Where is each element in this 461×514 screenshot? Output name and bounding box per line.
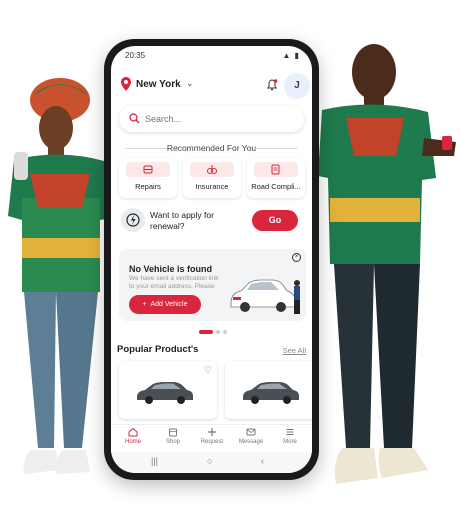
- tab-label: More: [283, 439, 297, 445]
- banner-subtitle: We have sent a verification link to your…: [129, 275, 219, 290]
- service-card-insurance[interactable]: Insurance: [183, 158, 241, 198]
- go-button[interactable]: Go: [252, 210, 298, 231]
- heart-icon[interactable]: ♡: [204, 365, 212, 376]
- refresh-bolt-icon: [126, 213, 140, 227]
- shop-icon: [169, 428, 177, 437]
- status-icons: ▲ ▮: [282, 51, 300, 60]
- car-illustration: [230, 279, 300, 314]
- popular-title: Popular Product's: [117, 344, 199, 355]
- recent-apps-icon[interactable]: |||: [151, 456, 158, 466]
- service-label-road-compliance: Road Compli...: [251, 182, 301, 191]
- phone-frame: 20:35 ▲ ▮ New York ⌄ J Reco: [104, 39, 319, 480]
- man-figure: [318, 44, 456, 484]
- tab-more[interactable]: More: [270, 427, 310, 445]
- carousel-indicator: [199, 330, 229, 334]
- carousel-dot[interactable]: [216, 330, 220, 334]
- carousel-dot[interactable]: [223, 330, 227, 334]
- car-image: [243, 382, 299, 404]
- document-icon: [271, 164, 280, 175]
- bell-icon[interactable]: [266, 79, 278, 91]
- status-bar: 20:35 ▲ ▮: [111, 46, 312, 66]
- tab-label: Request: [200, 439, 224, 445]
- menu-icon: [286, 429, 294, 435]
- search-icon: [129, 113, 140, 124]
- plus-icon: +: [142, 301, 151, 308]
- location-pin-icon: [121, 77, 131, 91]
- avatar[interactable]: J: [284, 73, 310, 99]
- renewal-text: Want to apply for renewal?: [150, 210, 214, 231]
- divider-right: [254, 148, 298, 149]
- chevron-down-icon[interactable]: ⌄: [186, 78, 194, 89]
- service-card-repairs[interactable]: Repairs: [119, 158, 177, 198]
- see-all-link[interactable]: See All: [283, 346, 306, 355]
- service-label-repairs: Repairs: [135, 182, 161, 191]
- renewal-icon: [121, 208, 145, 232]
- renewal-row: Want to apply for renewal? Go: [119, 206, 306, 236]
- tab-label: Shop: [165, 439, 180, 445]
- search-bar[interactable]: [119, 106, 304, 132]
- woman-figure: [8, 78, 112, 474]
- bottom-tab-bar: Home Shop Request Message More: [111, 424, 312, 452]
- search-input[interactable]: [145, 110, 295, 128]
- message-icon: [246, 428, 256, 436]
- recommended-services: Repairs Insurance Road Compli...: [119, 158, 306, 198]
- location-selector[interactable]: New York: [136, 79, 181, 90]
- tab-shop[interactable]: Shop: [153, 427, 193, 445]
- tab-home[interactable]: Home: [113, 427, 153, 445]
- service-label-insurance: Insurance: [195, 182, 229, 191]
- add-vehicle-label: Add Vehicle: [150, 301, 188, 308]
- add-vehicle-button[interactable]: + Add Vehicle: [129, 295, 201, 314]
- home-button-icon[interactable]: ○: [207, 456, 212, 466]
- close-icon[interactable]: ×: [292, 253, 301, 262]
- plus-icon: [208, 428, 216, 436]
- carousel-dot-active[interactable]: [199, 330, 213, 334]
- service-card-road-compliance[interactable]: Road Compli...: [247, 158, 305, 198]
- tab-message[interactable]: Message: [231, 427, 271, 445]
- insurance-icon: [207, 165, 217, 174]
- wrench-icon: [143, 165, 153, 174]
- banner-title: No Vehicle is found: [129, 264, 213, 274]
- back-icon[interactable]: ‹: [261, 456, 264, 466]
- tab-request[interactable]: Request: [192, 427, 232, 445]
- status-time: 20:35: [125, 51, 146, 60]
- product-card[interactable]: [225, 361, 312, 419]
- app-header: New York ⌄ J: [121, 72, 310, 100]
- app-screen: 20:35 ▲ ▮ New York ⌄ J Reco: [111, 46, 312, 473]
- home-icon: [128, 427, 138, 437]
- no-vehicle-banner: × No Vehicle is found We have sent a ver…: [119, 249, 306, 321]
- tab-label: Home: [124, 439, 141, 445]
- car-image: [137, 382, 193, 404]
- product-card[interactable]: ♡: [119, 361, 217, 419]
- system-nav-bar: ||| ○ ‹: [111, 452, 312, 473]
- tab-label: Message: [238, 439, 264, 445]
